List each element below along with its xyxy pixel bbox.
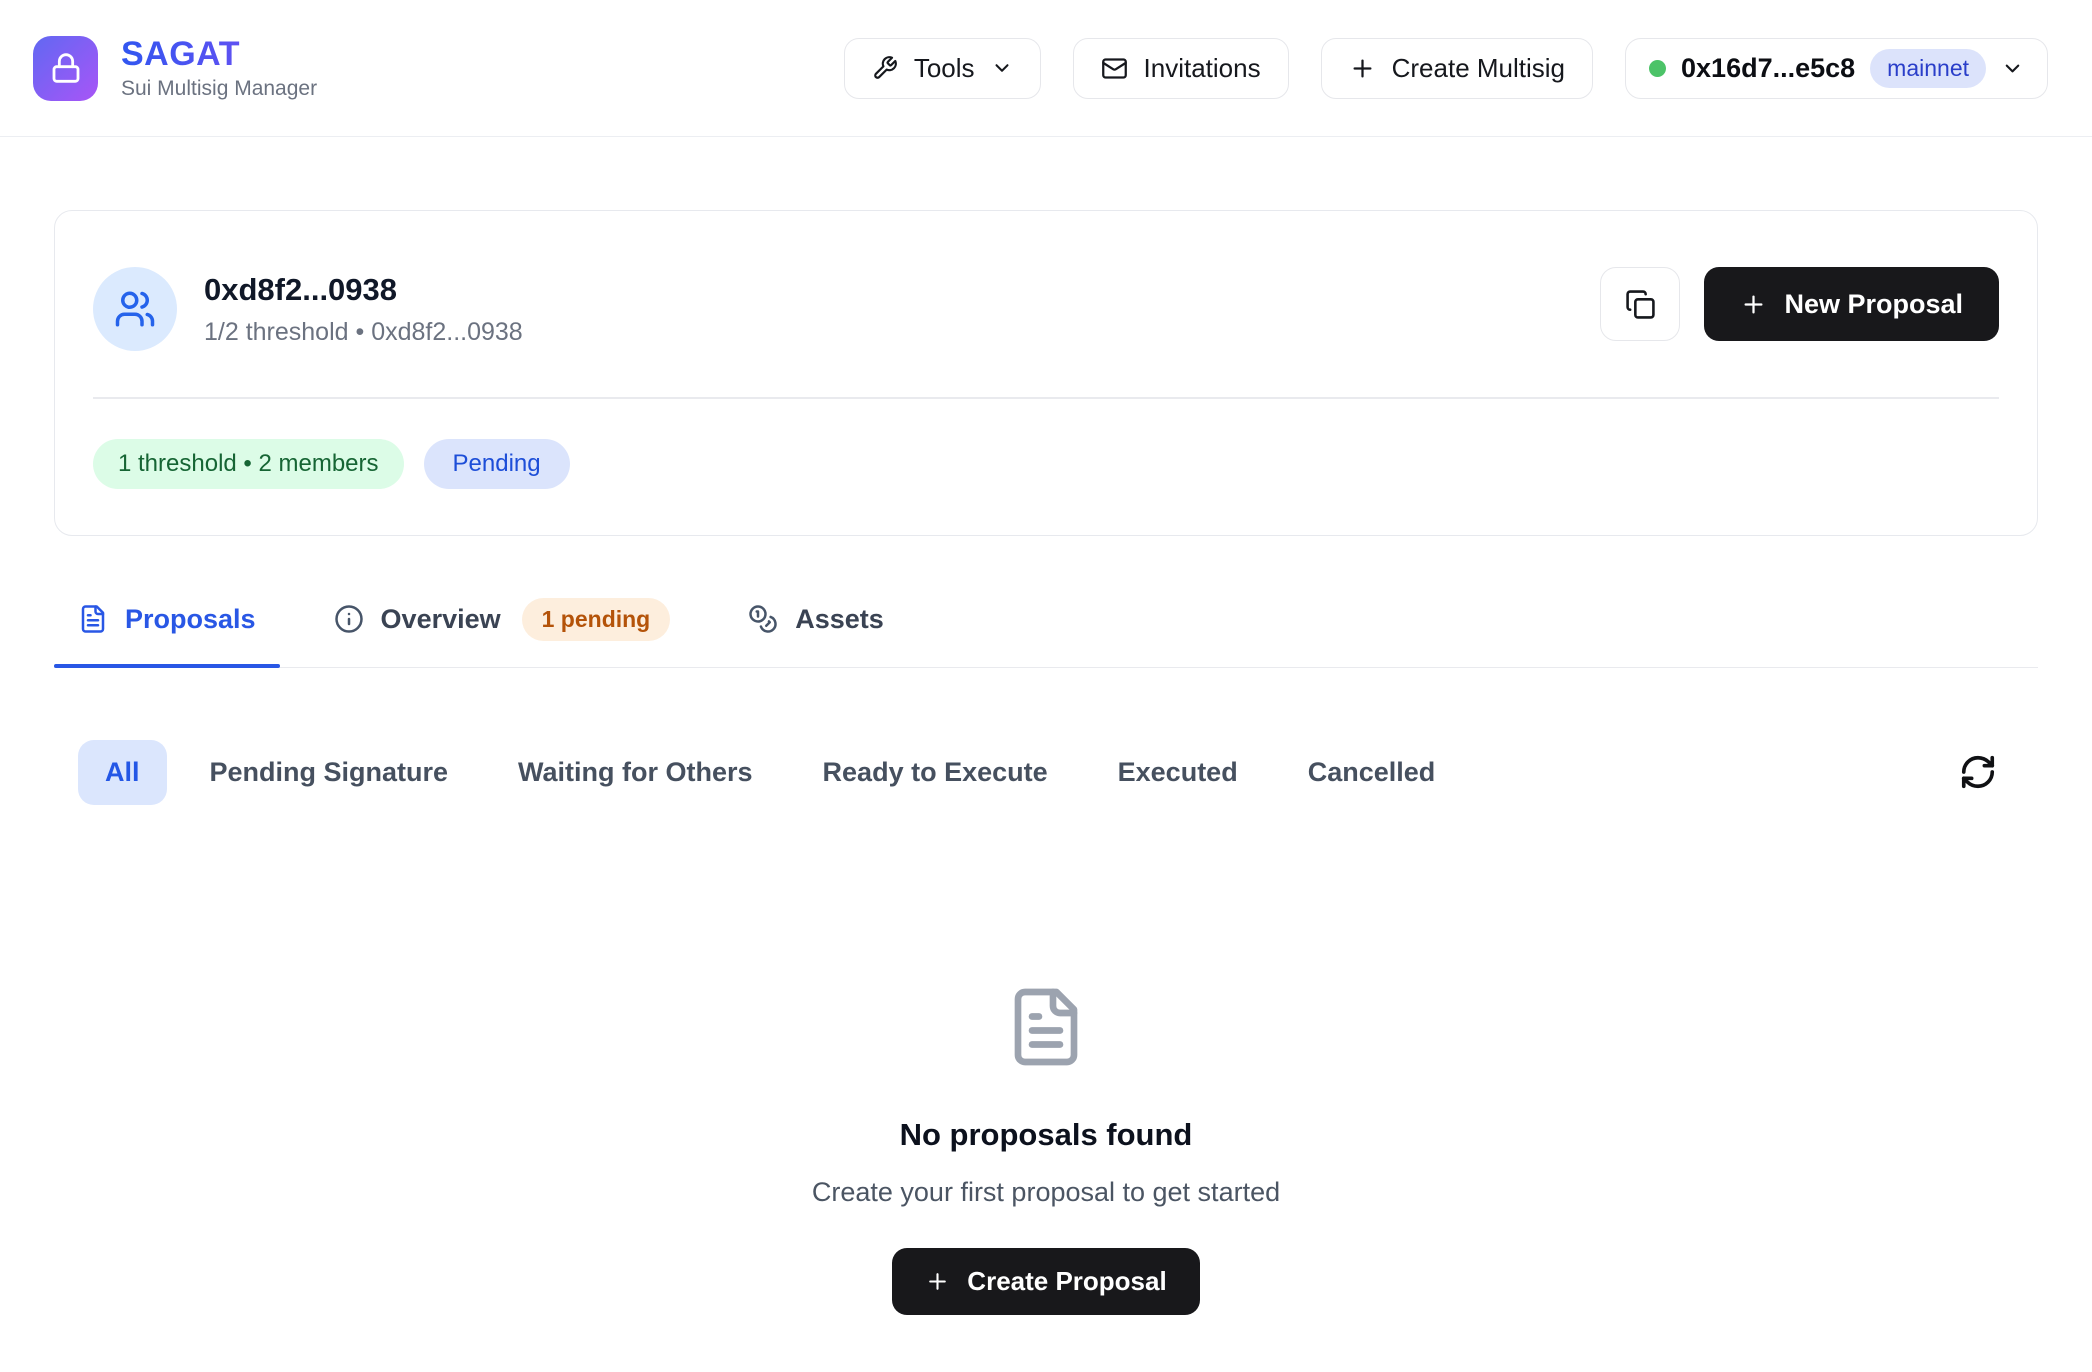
filter-executed[interactable]: Executed — [1091, 740, 1265, 805]
wallet-menu-button[interactable]: 0x16d7...e5c8 mainnet — [1625, 38, 2048, 99]
users-icon — [114, 288, 156, 330]
info-icon — [334, 604, 364, 634]
invitations-label: Invitations — [1144, 53, 1261, 84]
copy-icon — [1625, 289, 1656, 320]
card-divider — [93, 397, 1999, 399]
app-header: SAGAT Sui Multisig Manager Tools — [0, 0, 2092, 137]
multisig-threshold-subtitle: 1/2 threshold • 0xd8f2...0938 — [204, 318, 523, 347]
multisig-card-header: 0xd8f2...0938 1/2 threshold • 0xd8f2...0… — [93, 267, 1999, 351]
filter-waiting-for-others[interactable]: Waiting for Others — [491, 740, 780, 805]
brand: SAGAT Sui Multisig Manager — [33, 35, 317, 101]
connection-status-dot — [1649, 60, 1666, 77]
mail-icon — [1101, 55, 1128, 82]
create-proposal-label: Create Proposal — [967, 1266, 1166, 1297]
main-content: 0xd8f2...0938 1/2 threshold • 0xd8f2...0… — [0, 210, 2092, 1315]
tools-button[interactable]: Tools — [844, 38, 1041, 99]
multisig-address-title: 0xd8f2...0938 — [204, 272, 523, 308]
tab-assets[interactable]: Assets — [724, 594, 908, 667]
app-title: SAGAT — [121, 35, 317, 74]
wrench-icon — [872, 55, 898, 81]
tab-bar: Proposals Overview 1 pending Assets — [54, 594, 2038, 668]
filter-all[interactable]: All — [78, 740, 167, 805]
chevron-down-icon — [991, 57, 1013, 79]
tools-label: Tools — [914, 53, 975, 84]
create-multisig-label: Create Multisig — [1392, 53, 1565, 84]
new-proposal-label: New Proposal — [1784, 289, 1963, 320]
header-actions: Tools Invitations Create Multisig — [844, 38, 2048, 99]
filter-cancelled[interactable]: Cancelled — [1281, 740, 1463, 805]
proposal-filters: All Pending Signature Waiting for Others… — [78, 740, 2038, 805]
tab-assets-label: Assets — [795, 604, 884, 635]
empty-state-subtitle: Create your first proposal to get starte… — [812, 1177, 1280, 1208]
refresh-button[interactable] — [1954, 748, 2002, 796]
plus-icon — [925, 1269, 950, 1294]
wallet-address: 0x16d7...e5c8 — [1681, 53, 1855, 84]
multisig-identity: 0xd8f2...0938 1/2 threshold • 0xd8f2...0… — [93, 267, 523, 351]
plus-icon — [1740, 291, 1767, 318]
multisig-card-actions: New Proposal — [1600, 267, 1999, 341]
tab-proposals[interactable]: Proposals — [54, 594, 280, 667]
plus-icon — [1349, 55, 1376, 82]
empty-state-title: No proposals found — [900, 1117, 1193, 1153]
multisig-text: 0xd8f2...0938 1/2 threshold • 0xd8f2...0… — [204, 272, 523, 347]
network-badge: mainnet — [1870, 49, 1986, 88]
app-logo — [33, 36, 98, 101]
pending-count-badge: 1 pending — [522, 598, 671, 641]
invitations-button[interactable]: Invitations — [1073, 38, 1289, 99]
chevron-down-icon — [2001, 57, 2024, 80]
brand-text: SAGAT Sui Multisig Manager — [121, 35, 317, 101]
tab-overview-label: Overview — [381, 604, 501, 635]
create-proposal-button[interactable]: Create Proposal — [892, 1248, 1199, 1315]
file-text-icon — [78, 604, 108, 634]
membership-badge: 1 threshold • 2 members — [93, 439, 404, 489]
avatar — [93, 267, 177, 351]
empty-state: No proposals found Create your first pro… — [54, 985, 2038, 1315]
tab-overview[interactable]: Overview 1 pending — [310, 594, 695, 667]
multisig-card: 0xd8f2...0938 1/2 threshold • 0xd8f2...0… — [54, 210, 2038, 536]
new-proposal-button[interactable]: New Proposal — [1704, 267, 1999, 341]
app-tagline: Sui Multisig Manager — [121, 77, 317, 101]
lock-icon — [50, 52, 82, 84]
multisig-badges: 1 threshold • 2 members Pending — [93, 439, 1999, 489]
tab-proposals-label: Proposals — [125, 604, 256, 635]
copy-address-button[interactable] — [1600, 267, 1680, 341]
filter-pending-signature[interactable]: Pending Signature — [183, 740, 476, 805]
create-multisig-button[interactable]: Create Multisig — [1321, 38, 1593, 99]
coins-icon — [748, 604, 778, 634]
refresh-icon — [1959, 753, 1997, 791]
status-badge: Pending — [424, 439, 570, 489]
file-text-icon — [1004, 985, 1088, 1069]
filter-ready-to-execute[interactable]: Ready to Execute — [796, 740, 1075, 805]
